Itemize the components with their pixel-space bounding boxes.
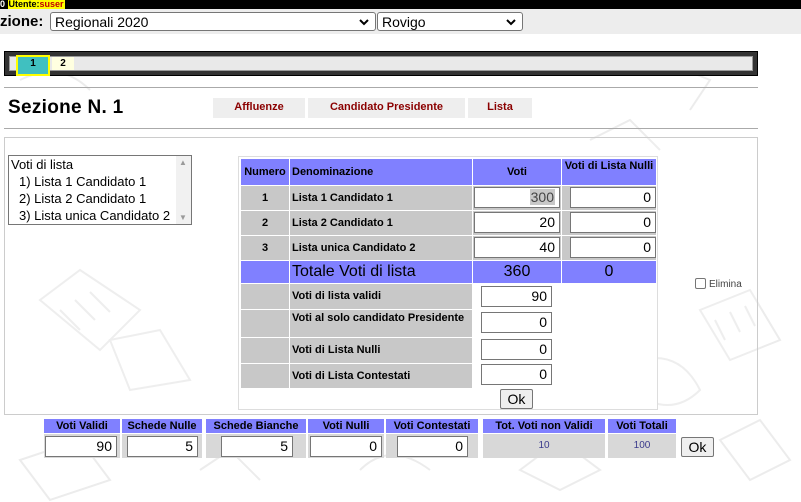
- scroll-up-icon[interactable]: ▲: [179, 158, 187, 167]
- list-item[interactable]: Voti di lista: [9, 156, 191, 173]
- voti-input-value: 300: [529, 189, 555, 205]
- voti-validi-input[interactable]: 90: [481, 286, 552, 307]
- row-label: Voti al solo candidato Presidente: [290, 310, 472, 337]
- user-bar: 0 Utente:suser: [0, 0, 801, 9]
- totale-spacer: [241, 261, 289, 283]
- row-denominazione: Lista unica Candidato 2: [290, 236, 472, 260]
- row-label: Voti di Lista Nulli: [290, 338, 472, 363]
- voti-input[interactable]: 20: [474, 212, 560, 233]
- voti-lista-contestati-input[interactable]: 0: [481, 364, 552, 385]
- listbox-scrollbar[interactable]: ▲ ▼: [176, 156, 191, 224]
- totale-voti: 360: [473, 261, 561, 283]
- section-tab-1[interactable]: 1: [16, 55, 50, 76]
- election-select-value: Regionali 2020: [55, 14, 149, 30]
- tab-affluenze[interactable]: Affluenze: [213, 98, 305, 118]
- row-label: Voti di Lista Contestati: [290, 364, 472, 388]
- ok-button[interactable]: Ok: [500, 389, 533, 409]
- chevron-down-icon: [506, 19, 516, 26]
- section-tab-2[interactable]: 2: [52, 57, 74, 70]
- row-denominazione: Lista 2 Candidato 1: [290, 211, 472, 235]
- schede-bianche-input[interactable]: 5: [221, 436, 293, 457]
- voti-validi-total-input[interactable]: 90: [45, 436, 117, 457]
- voti-input[interactable]: 300: [474, 187, 560, 208]
- voti-nulli-input[interactable]: 0: [570, 212, 656, 233]
- voti-input[interactable]: 40: [474, 237, 560, 258]
- tot-non-validi-value: 10: [538, 440, 550, 451]
- voti-solo-presidente-input[interactable]: 0: [481, 312, 552, 333]
- header-voti: Voti: [473, 159, 561, 185]
- lista-listbox[interactable]: Voti di lista 1) Lista 1 Candidato 1 2) …: [8, 155, 192, 225]
- divider: [4, 87, 758, 88]
- checkbox-icon[interactable]: [695, 278, 706, 289]
- voti-contestati-input[interactable]: 0: [397, 436, 468, 457]
- voti-lista-nulli-input[interactable]: 0: [481, 339, 552, 360]
- scroll-down-icon[interactable]: ▼: [179, 213, 187, 222]
- province-select[interactable]: Rovigo: [377, 12, 523, 31]
- province-select-value: Rovigo: [382, 14, 426, 30]
- consultazione-label: zione:: [0, 13, 44, 30]
- voti-lista-table: Numero Denominazione Voti Voti di Lista …: [238, 156, 658, 410]
- list-item[interactable]: 1) Lista 1 Candidato 1: [9, 173, 191, 190]
- tab-lista[interactable]: Lista: [468, 98, 532, 118]
- header-schede-nulle: Schede Nulle: [122, 419, 202, 433]
- user-label: Utente:suser: [7, 0, 65, 9]
- row-numero: 2: [241, 211, 289, 235]
- voti-nulli-input[interactable]: 0: [570, 237, 656, 258]
- header-voti-totali: Voti Totali: [608, 419, 676, 433]
- header-tot-non-validi: Tot. Voti non Validi: [483, 419, 605, 433]
- totale-nulli: 0: [562, 261, 656, 283]
- header-voti-nulli: Voti di Lista Nulli: [562, 159, 656, 185]
- row-numero: 1: [241, 186, 289, 210]
- header-voti-contestati: Voti Contestati: [386, 419, 478, 433]
- tab-candidato-presidente[interactable]: Candidato Presidente: [308, 98, 465, 118]
- schede-nulle-input[interactable]: 5: [127, 436, 198, 457]
- page-title: Sezione N. 1: [8, 97, 124, 118]
- header-denominazione: Denominazione: [290, 159, 472, 185]
- header-voti-nulli: Voti Nulli: [308, 419, 384, 433]
- list-item[interactable]: 2) Lista 2 Candidato 1: [9, 190, 191, 207]
- header-voti-validi: Voti Validi: [44, 419, 120, 433]
- chevron-down-icon: [359, 19, 369, 26]
- user-bar-prefix: 0: [0, 0, 8, 9]
- divider: [4, 128, 758, 129]
- elimina-label: Elimina: [709, 279, 742, 290]
- voti-nulli-input[interactable]: 0: [310, 436, 382, 457]
- totale-label: Totale Voti di lista: [290, 261, 472, 283]
- user-name: suser: [39, 0, 64, 9]
- voti-totali-value: 100: [633, 440, 651, 451]
- header-numero: Numero: [241, 159, 289, 185]
- section-tab-track: 1 2: [9, 55, 753, 76]
- list-item[interactable]: 3) Lista unica Candidato 2: [9, 207, 191, 224]
- section-tab-bar: 1 2: [4, 51, 758, 76]
- row-denominazione: Lista 1 Candidato 1: [290, 186, 472, 210]
- elimina-checkbox[interactable]: Elimina: [695, 278, 742, 290]
- row-label: Voti di lista validi: [290, 284, 472, 309]
- header-schede-bianche: Schede Bianche: [206, 419, 306, 433]
- election-select[interactable]: Regionali 2020: [50, 12, 376, 31]
- row-numero: 3: [241, 236, 289, 260]
- ok-button[interactable]: Ok: [681, 437, 714, 457]
- voti-nulli-input[interactable]: 0: [570, 187, 656, 208]
